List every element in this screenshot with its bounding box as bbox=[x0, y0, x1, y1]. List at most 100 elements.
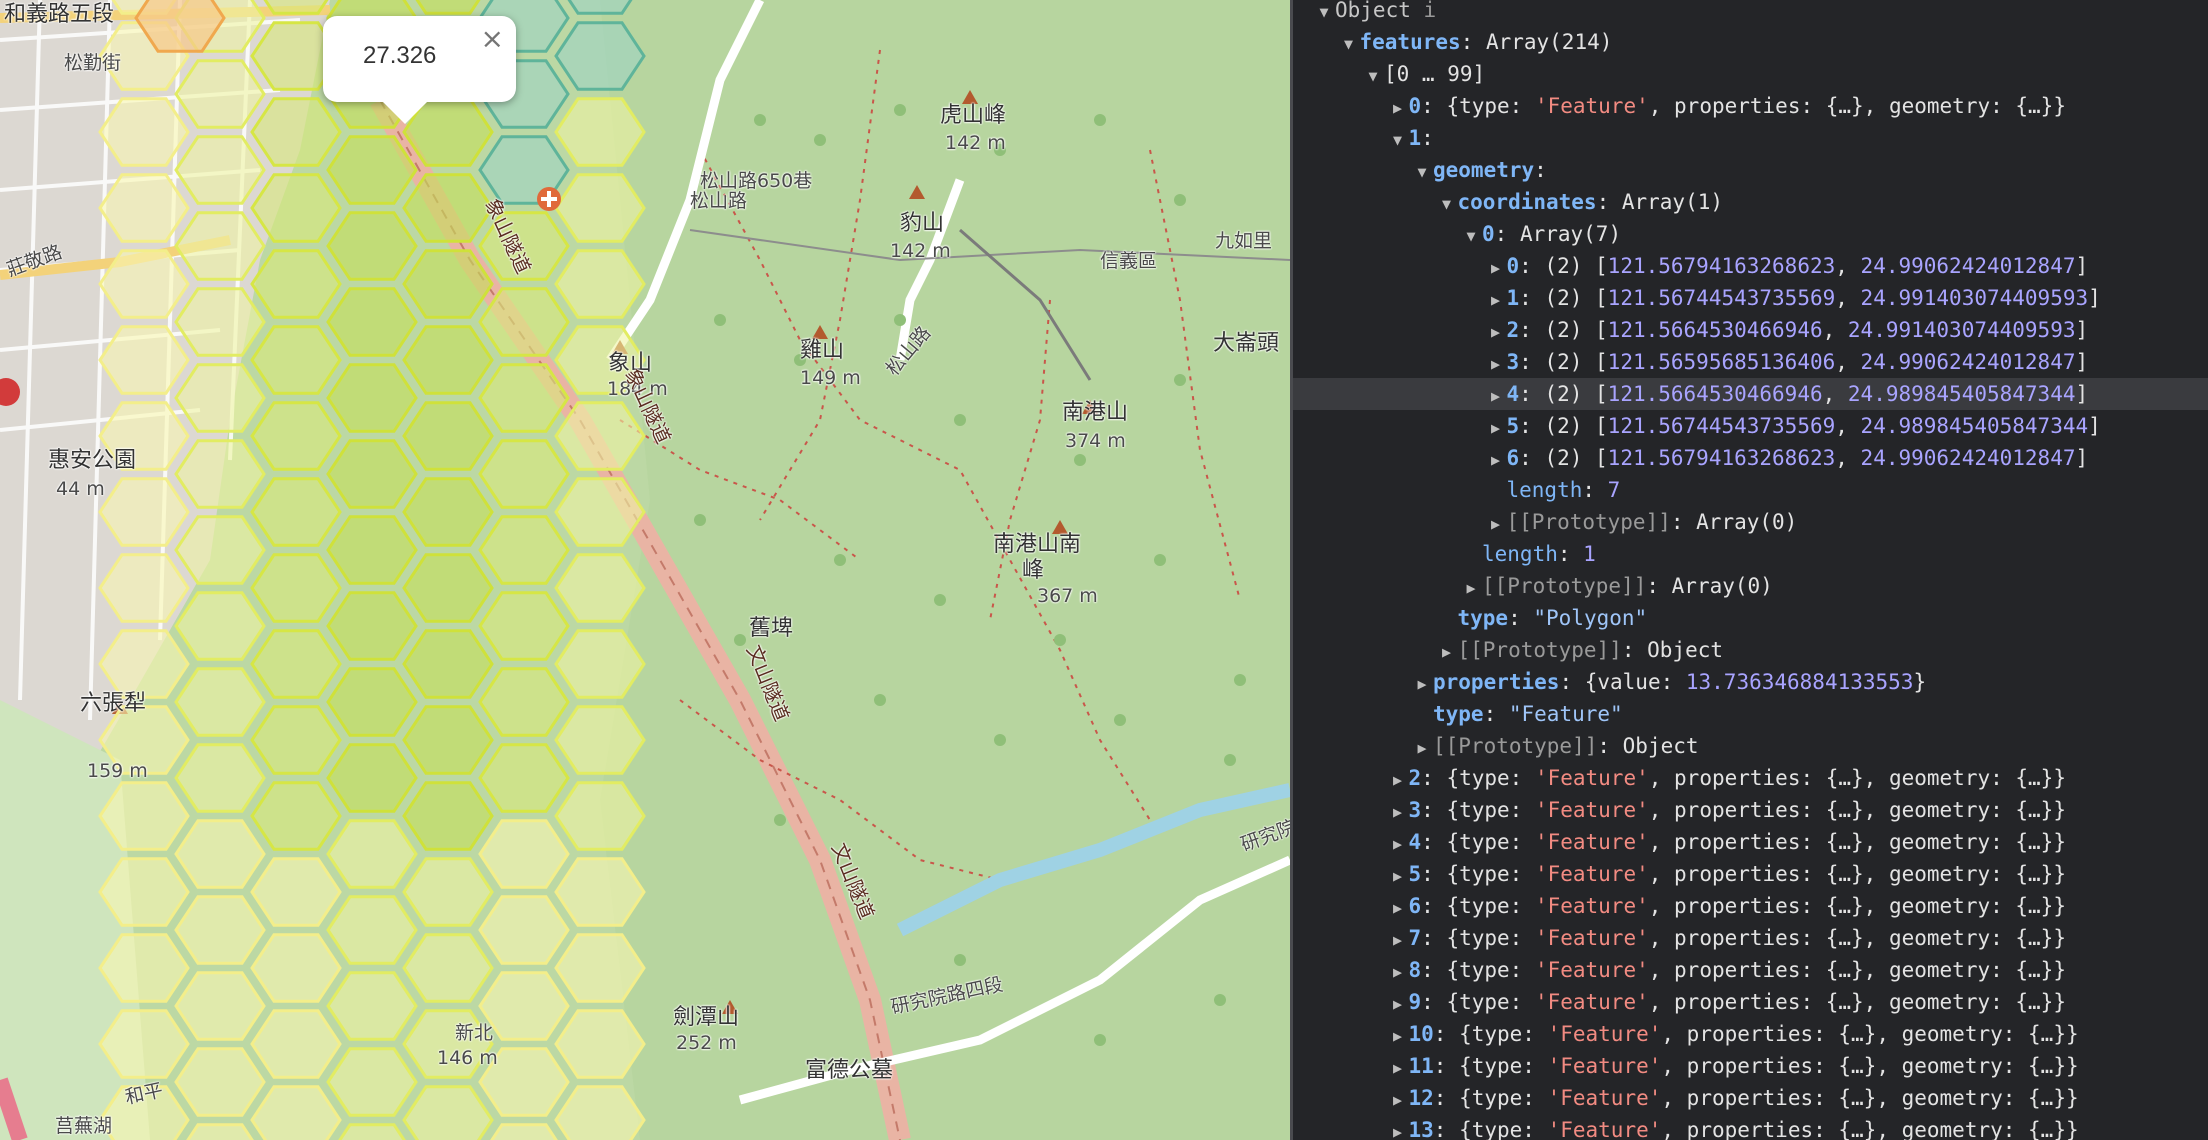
expand-right-icon[interactable]: ▶ bbox=[1387, 828, 1409, 860]
console-tree-node[interactable]: ▶ 5: (2) [121.56744543735569, 24.98984540… bbox=[1293, 410, 2208, 442]
hex-cell[interactable] bbox=[326, 743, 418, 813]
expand-right-icon[interactable]: ▶ bbox=[1387, 796, 1409, 828]
expand-down-icon[interactable]: ▼ bbox=[1411, 156, 1433, 188]
expand-right-icon[interactable]: ▶ bbox=[1485, 252, 1507, 284]
hex-cell[interactable] bbox=[326, 439, 418, 509]
expand-right-icon[interactable]: ▶ bbox=[1485, 380, 1507, 412]
hex-cell[interactable] bbox=[402, 553, 494, 623]
expand-right-icon[interactable]: ▶ bbox=[1387, 988, 1409, 1020]
expand-down-icon[interactable]: ▼ bbox=[1362, 60, 1384, 92]
expand-down-icon[interactable]: ▼ bbox=[1387, 124, 1409, 156]
console-tree-node[interactable]: ▶ 6: {type: 'Feature', properties: {…}, g… bbox=[1293, 890, 2208, 922]
hex-cell[interactable] bbox=[250, 1009, 342, 1079]
console-tree-node[interactable]: ▼ 1: bbox=[1293, 122, 2208, 154]
console-tree-node[interactable]: ▶ 0: (2) [121.56794163268623, 24.99062424… bbox=[1293, 250, 2208, 282]
hex-cell[interactable] bbox=[402, 857, 494, 927]
console-tree-node[interactable]: ▶ 3: (2) [121.56595685136406, 24.99062424… bbox=[1293, 346, 2208, 378]
console-tree-node[interactable]: ▶ 10: {type: 'Feature', properties: {…}, … bbox=[1293, 1018, 2208, 1050]
expand-right-icon[interactable]: ▶ bbox=[1387, 924, 1409, 956]
hex-cell[interactable] bbox=[478, 895, 570, 965]
console-tree-node[interactable]: ▶ [[Prototype]]: Array(0) bbox=[1293, 570, 2208, 602]
expand-down-icon[interactable]: ▼ bbox=[1338, 28, 1360, 60]
hex-cell[interactable] bbox=[326, 287, 418, 357]
console-tree-node[interactable]: ▶ 13: {type: 'Feature', properties: {…}, … bbox=[1293, 1114, 2208, 1140]
devtools-console[interactable]: ▼ Object i ▼ features: Array(214) ▼ [0 … 99] ▶… bbox=[1290, 0, 2208, 1140]
console-tree-node[interactable]: ▼ geometry: bbox=[1293, 154, 2208, 186]
console-tree-node[interactable]: ▶ 7: {type: 'Feature', properties: {…}, g… bbox=[1293, 922, 2208, 954]
hex-cell[interactable] bbox=[554, 1085, 646, 1140]
expand-right-icon[interactable]: ▶ bbox=[1411, 732, 1433, 764]
console-tree-node[interactable]: ▶ 8: {type: 'Feature', properties: {…}, g… bbox=[1293, 954, 2208, 986]
console-tree-node[interactable]: ▶ 2: {type: 'Feature', properties: {…}, g… bbox=[1293, 762, 2208, 794]
hex-cell[interactable] bbox=[250, 1085, 342, 1140]
console-tree-node[interactable]: ▶ properties: {value: 13.736346884133553} bbox=[1293, 666, 2208, 698]
hex-cell[interactable] bbox=[478, 971, 570, 1041]
expand-right-icon[interactable]: ▶ bbox=[1436, 636, 1458, 668]
hex-cell[interactable] bbox=[174, 591, 266, 661]
hex-cell[interactable] bbox=[326, 591, 418, 661]
hex-cell[interactable] bbox=[174, 743, 266, 813]
hex-cell[interactable] bbox=[250, 401, 342, 471]
console-tree-node[interactable]: ▶ 6: (2) [121.56794163268623, 24.99062424… bbox=[1293, 442, 2208, 474]
hex-cell[interactable] bbox=[402, 1085, 494, 1140]
console-tree-node[interactable]: ▼ [0 … 99] bbox=[1293, 58, 2208, 90]
map-view[interactable]: 和義路五段 松勤街 松山路650巷 松山路 虎山峰 142 m 豹山 142 m 九如里 信義區大… bbox=[0, 0, 1290, 1140]
expand-right-icon[interactable]: ▶ bbox=[1485, 412, 1507, 444]
hex-cell[interactable] bbox=[326, 211, 418, 281]
hex-cell[interactable] bbox=[326, 895, 418, 965]
hex-cell[interactable] bbox=[326, 667, 418, 737]
console-tree-node[interactable]: ▶ 3: {type: 'Feature', properties: {…}, g… bbox=[1293, 794, 2208, 826]
hex-cell[interactable] bbox=[174, 667, 266, 737]
console-tree-node[interactable]: ▶ 11: {type: 'Feature', properties: {…}, … bbox=[1293, 1050, 2208, 1082]
hex-cell[interactable] bbox=[174, 971, 266, 1041]
hex-cell[interactable] bbox=[250, 933, 342, 1003]
hex-cell[interactable] bbox=[174, 895, 266, 965]
hex-cell[interactable] bbox=[480, 1123, 568, 1140]
console-tree-node[interactable]: ▶ [[Prototype]]: Array(0) bbox=[1293, 506, 2208, 538]
expand-down-icon[interactable]: ▼ bbox=[1436, 188, 1458, 220]
hex-cell[interactable] bbox=[326, 1047, 418, 1117]
close-icon[interactable]: × bbox=[481, 22, 504, 55]
console-tree-node[interactable]: ▼ features: Array(214) bbox=[1293, 26, 2208, 58]
expand-right-icon[interactable]: ▶ bbox=[1485, 316, 1507, 348]
console-tree-node[interactable]: ▶ 5: {type: 'Feature', properties: {…}, g… bbox=[1293, 858, 2208, 890]
hex-cell[interactable] bbox=[478, 439, 570, 509]
hex-cell[interactable] bbox=[250, 477, 342, 547]
console-tree-node[interactable]: ▶ 4: {type: 'Feature', properties: {…}, g… bbox=[1293, 826, 2208, 858]
expand-right-icon[interactable]: ▶ bbox=[1460, 572, 1482, 604]
console-tree-node[interactable]: ▶ 1: (2) [121.56744543735569, 24.99140307… bbox=[1293, 282, 2208, 314]
hex-cell[interactable] bbox=[250, 857, 342, 927]
hex-cell[interactable] bbox=[250, 781, 342, 851]
hex-cell[interactable] bbox=[402, 781, 494, 851]
hex-cell[interactable] bbox=[174, 1047, 266, 1117]
expand-down-icon[interactable]: ▼ bbox=[1313, 0, 1335, 28]
hex-cell[interactable] bbox=[478, 667, 570, 737]
expand-right-icon[interactable]: ▶ bbox=[1387, 1020, 1409, 1052]
console-tree-node[interactable]: ▶ 2: (2) [121.5664530466946, 24.991403074… bbox=[1293, 314, 2208, 346]
hex-cell[interactable] bbox=[478, 743, 570, 813]
expand-right-icon[interactable]: ▶ bbox=[1387, 892, 1409, 924]
expand-right-icon[interactable]: ▶ bbox=[1387, 1084, 1409, 1116]
hex-cell[interactable] bbox=[404, 0, 492, 15]
hex-cell[interactable] bbox=[174, 819, 266, 889]
console-tree-node[interactable]: ▶ [[Prototype]]: Object bbox=[1293, 634, 2208, 666]
console-tree-node[interactable]: ▼ 0: Array(7) bbox=[1293, 218, 2208, 250]
expand-down-icon[interactable]: ▼ bbox=[1460, 220, 1482, 252]
hex-cell[interactable] bbox=[250, 553, 342, 623]
expand-right-icon[interactable]: ▶ bbox=[1387, 92, 1409, 124]
hex-cell[interactable] bbox=[402, 705, 494, 775]
console-tree-node[interactable]: ▶ 0: {type: 'Feature', properties: {…}, g… bbox=[1293, 90, 2208, 122]
expand-right-icon[interactable]: ▶ bbox=[1387, 1116, 1409, 1140]
hex-cell[interactable] bbox=[402, 933, 494, 1003]
hex-cell[interactable] bbox=[326, 515, 418, 585]
hex-cell[interactable] bbox=[326, 363, 418, 433]
hex-cell[interactable] bbox=[478, 515, 570, 585]
expand-right-icon[interactable]: ▶ bbox=[1485, 284, 1507, 316]
expand-right-icon[interactable]: ▶ bbox=[1485, 348, 1507, 380]
hex-cell[interactable] bbox=[402, 401, 494, 471]
hex-cell[interactable] bbox=[328, 1123, 416, 1140]
expand-right-icon[interactable]: ▶ bbox=[1485, 444, 1507, 476]
hex-cell[interactable] bbox=[176, 1123, 264, 1140]
hex-cell[interactable] bbox=[326, 819, 418, 889]
hex-cell[interactable] bbox=[402, 477, 494, 547]
